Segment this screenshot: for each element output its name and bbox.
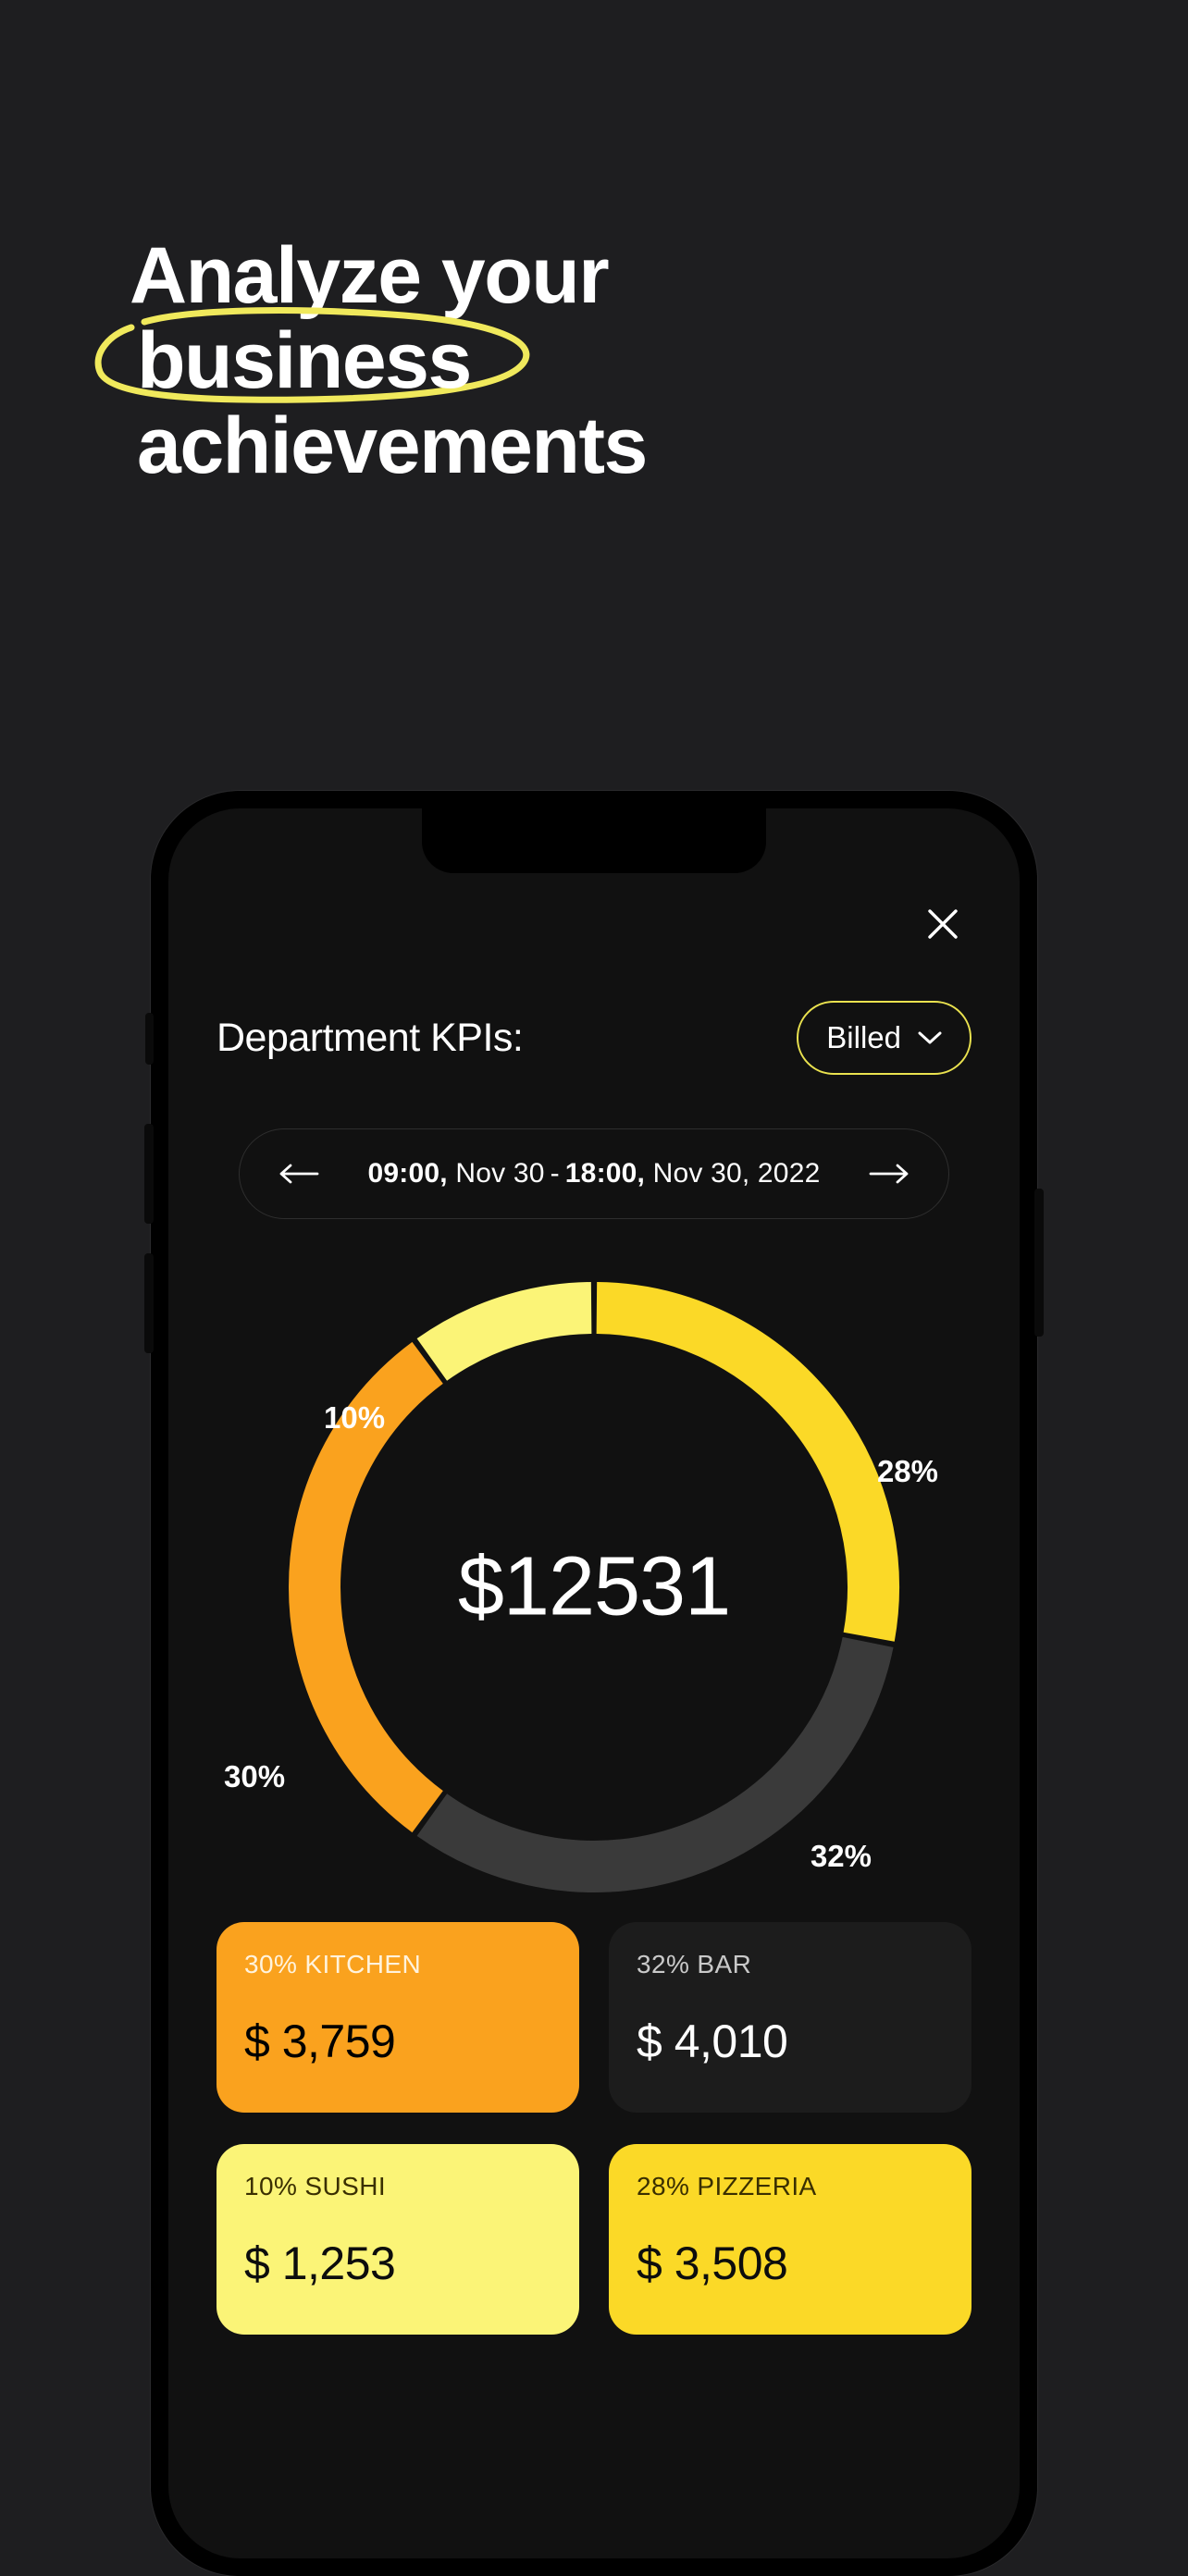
kpi-card-value: $ 4,010	[637, 2015, 788, 2067]
phone-frame: Department KPIs: Billed 09:00, Nov 30 - …	[144, 791, 1044, 2576]
donut-center-value: $12531	[457, 1540, 731, 1633]
phone-volume-up-button[interactable]	[144, 1124, 154, 1224]
kpi-card-bar[interactable]: 32% BAR $ 4,010	[609, 1922, 971, 2113]
kpi-card-value: $ 3,508	[637, 2237, 788, 2289]
billed-filter-label: Billed	[826, 1020, 901, 1054]
date-start-time: 09:00,	[367, 1158, 448, 1189]
donut-label-bar: 32%	[810, 1839, 872, 1873]
donut-segment-sushi[interactable]	[416, 1282, 592, 1382]
kpi-card-pizzeria[interactable]: 28% PIZZERIA $ 3,508	[609, 2144, 971, 2335]
headline-line-2-wrapper: business	[94, 307, 1055, 406]
phone-mockup: Department KPIs: Billed 09:00, Nov 30 - …	[144, 791, 1044, 2576]
kpi-card-grid: 30% KITCHEN $ 3,759 32% BAR $ 4,010 10% …	[217, 1922, 971, 2335]
page-headline: Analyze your business achievements	[94, 231, 1055, 491]
kpi-card-label: 28% PIZZERIA	[637, 2172, 817, 2200]
donut-segment-bar[interactable]	[416, 1636, 894, 1892]
kpi-card-sushi[interactable]: 10% SUSHI $ 1,253	[217, 2144, 579, 2335]
donut-label-kitchen: 30%	[224, 1759, 286, 1793]
headline-line-1: Analyze your	[130, 231, 610, 320]
kpi-card-label: 10% SUSHI	[244, 2172, 386, 2200]
close-icon[interactable]	[914, 895, 971, 953]
kpi-header-row: Department KPIs: Billed	[217, 1001, 971, 1075]
date-range-text: 09:00, Nov 30-18:00, Nov 30, 2022	[368, 1158, 821, 1189]
donut-chart: $12531 28% 32% 30% 10%	[217, 1251, 971, 1898]
headline-line-3: achievements	[137, 401, 648, 491]
arrow-left-icon[interactable]	[275, 1150, 323, 1198]
arrow-right-icon[interactable]	[865, 1150, 913, 1198]
headline-highlight-word: business	[137, 316, 472, 406]
chevron-down-icon	[918, 1031, 942, 1044]
kpi-card-kitchen[interactable]: 30% KITCHEN $ 3,759	[217, 1922, 579, 2113]
billed-filter-dropdown[interactable]: Billed	[797, 1001, 971, 1075]
kpi-card-value: $ 3,759	[244, 2015, 396, 2067]
donut-label-sushi: 10%	[324, 1400, 386, 1435]
date-end-date: Nov 30, 2022	[645, 1158, 821, 1189]
phone-power-button[interactable]	[1034, 1189, 1044, 1337]
date-end-time: 18:00,	[564, 1158, 646, 1189]
kpi-card-label: 32% BAR	[637, 1950, 752, 1978]
date-separator: -	[550, 1158, 560, 1189]
kpi-app: Department KPIs: Billed 09:00, Nov 30 - …	[168, 808, 1020, 2558]
kpi-card-label: 30% KITCHEN	[244, 1950, 422, 1978]
donut-label-pizzeria: 28%	[876, 1454, 938, 1488]
phone-screen: Department KPIs: Billed 09:00, Nov 30 - …	[168, 808, 1020, 2558]
phone-notch	[422, 808, 766, 873]
phone-volume-down-button[interactable]	[144, 1253, 154, 1353]
page-title: Department KPIs:	[217, 1015, 524, 1060]
kpi-card-value: $ 1,253	[244, 2237, 396, 2289]
date-range-selector[interactable]: 09:00, Nov 30-18:00, Nov 30, 2022	[239, 1128, 949, 1219]
phone-mute-switch[interactable]	[145, 1013, 154, 1065]
date-start-date: Nov 30	[447, 1158, 545, 1189]
